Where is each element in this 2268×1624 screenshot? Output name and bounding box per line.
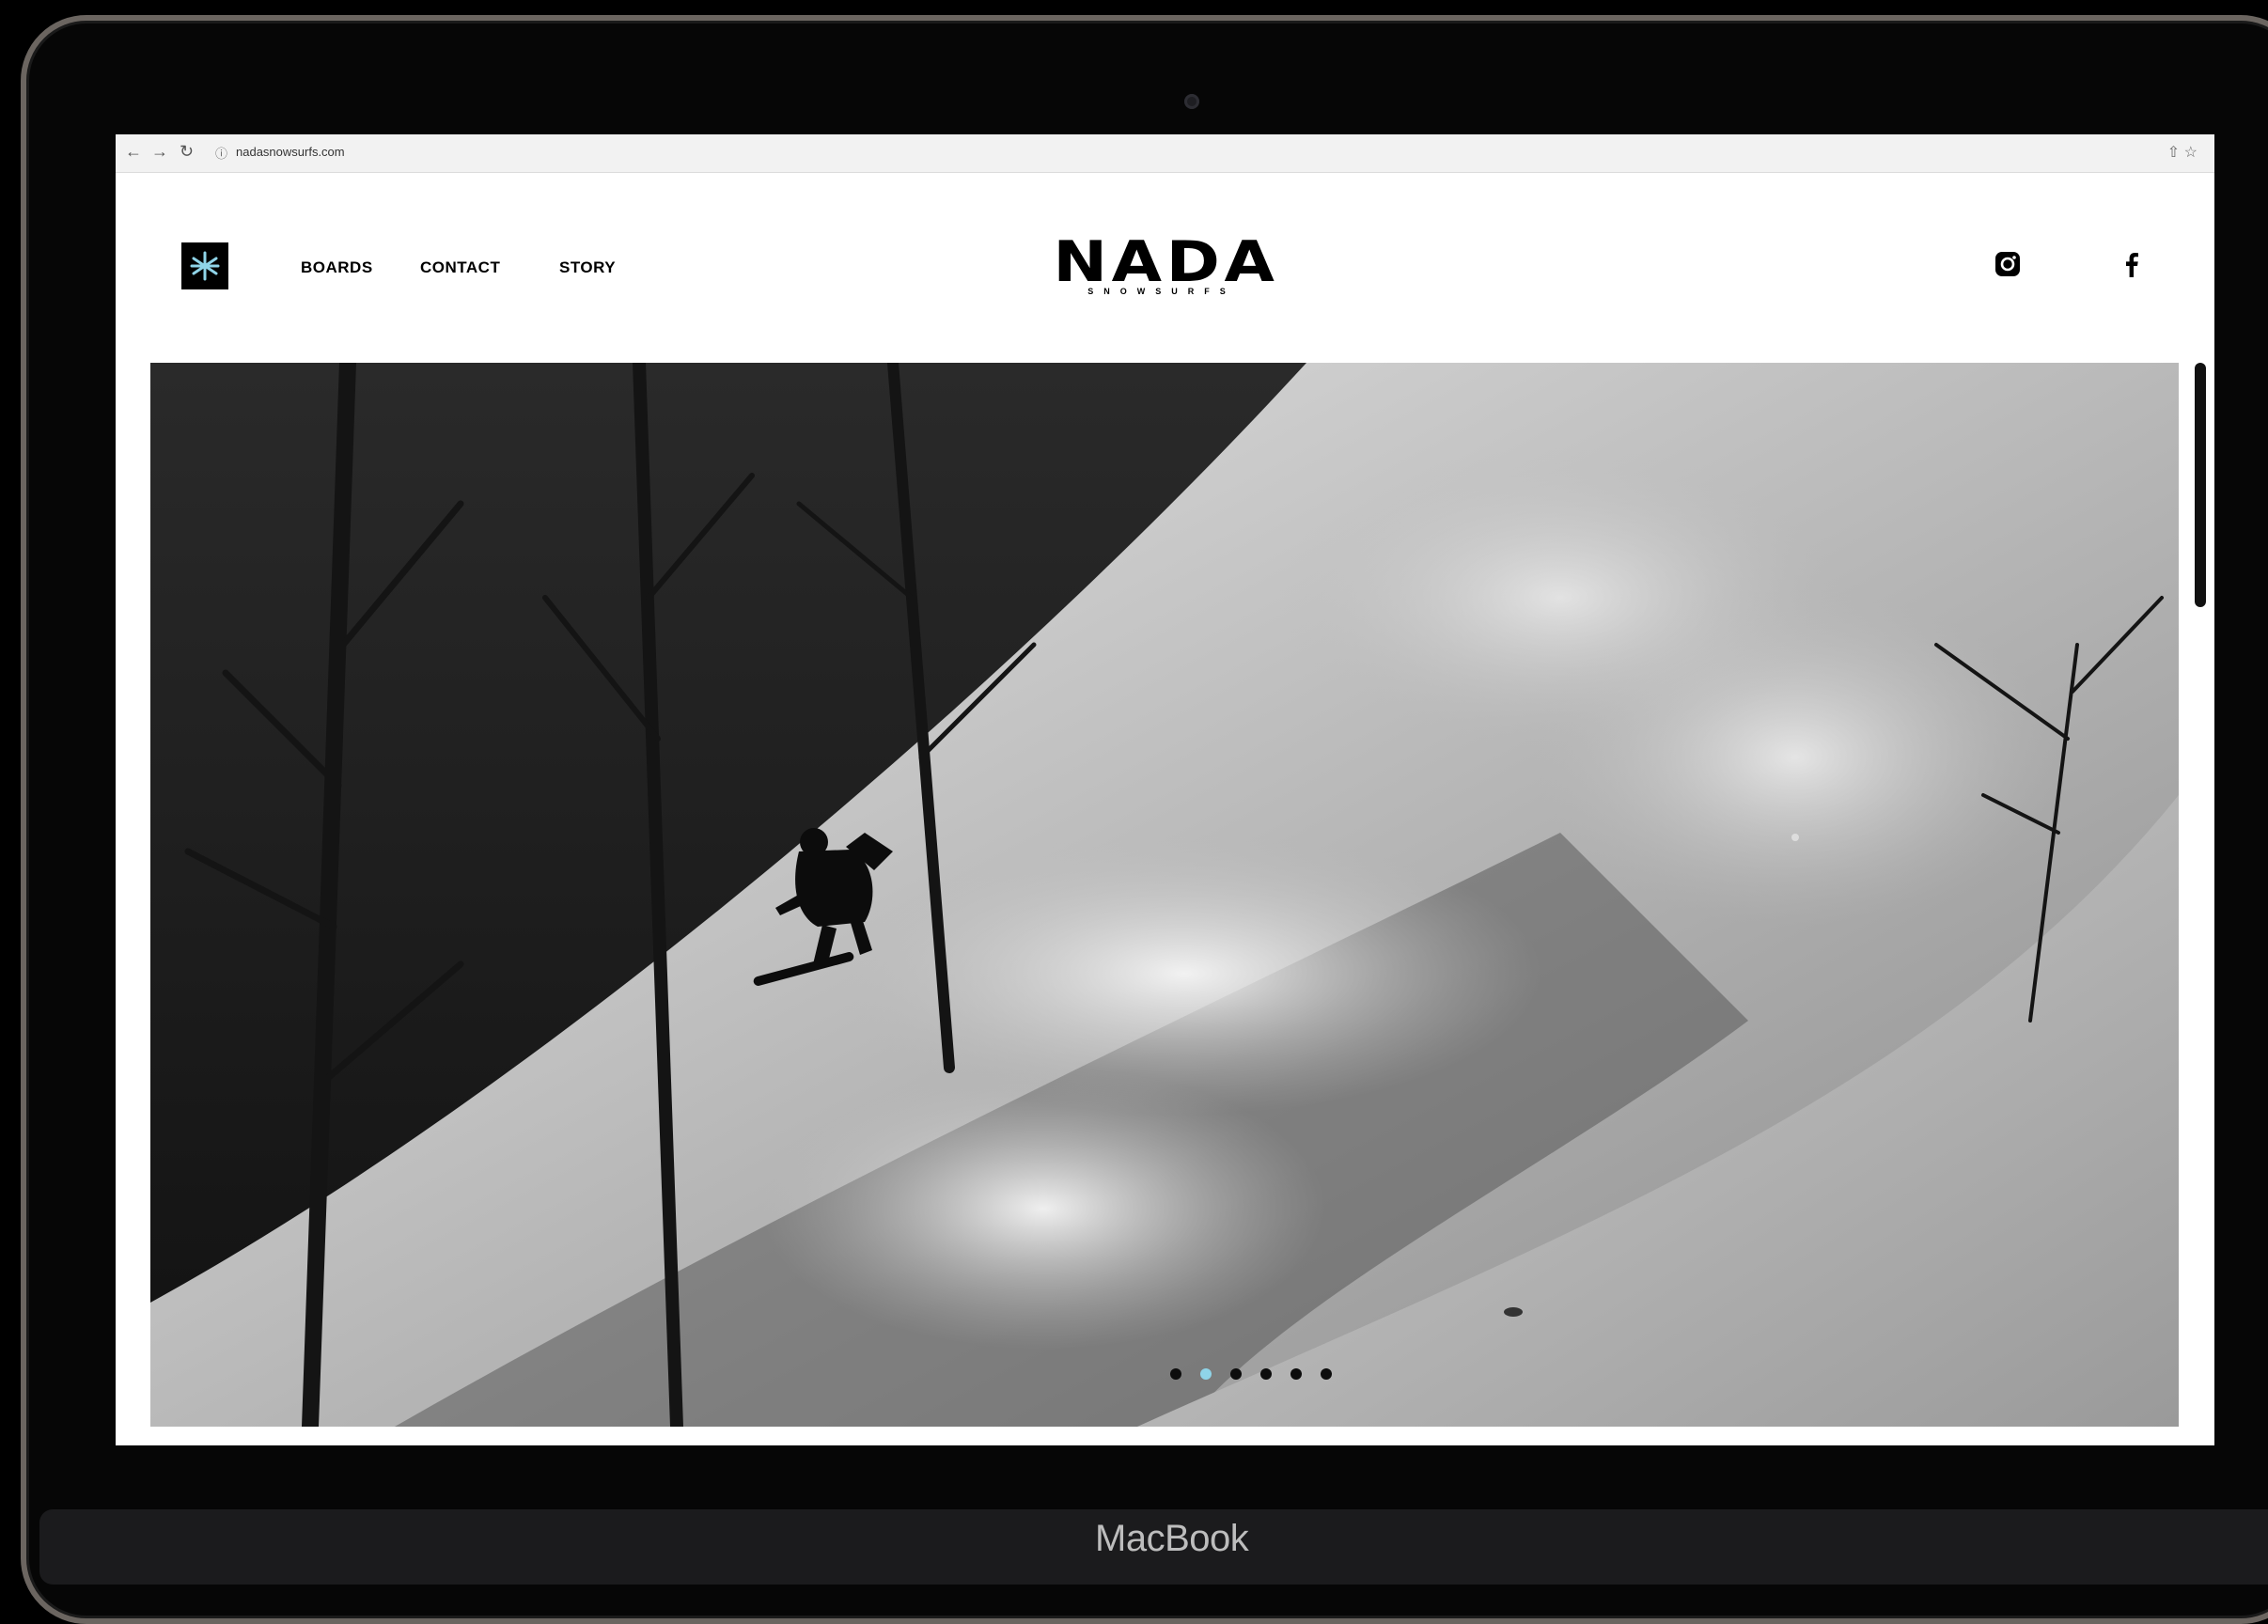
snowflake-logo-glyph	[190, 251, 220, 281]
reload-icon[interactable]: ↻	[180, 142, 194, 162]
slide-dot-3[interactable]	[1230, 1368, 1242, 1380]
browser-toolbar: ← → ↻ ⓘ nadasnowsurfs.com ⇧ ☆	[116, 134, 2214, 173]
scrollbar-thumb[interactable]	[2195, 363, 2206, 607]
facebook-icon[interactable]	[2118, 250, 2146, 278]
hero-slideshow[interactable]	[150, 363, 2179, 1427]
nav-boards[interactable]: BOARDS	[301, 258, 373, 277]
page-scrollbar[interactable]	[2195, 363, 2206, 1427]
forward-icon[interactable]: →	[151, 142, 168, 162]
instagram-icon[interactable]	[1994, 250, 2022, 278]
slide-dot-2-active[interactable]	[1200, 1368, 1212, 1380]
back-icon[interactable]: ←	[125, 142, 142, 162]
camera	[1184, 94, 1199, 109]
slide-dot-5[interactable]	[1290, 1368, 1302, 1380]
browser-screen: ← → ↻ ⓘ nadasnowsurfs.com ⇧ ☆ BOARDS CON…	[116, 134, 2214, 1445]
snowflake-logo-icon[interactable]	[181, 242, 228, 289]
nav-contact[interactable]: CONTACT	[420, 258, 500, 277]
hero-image	[150, 363, 2179, 1427]
device-label: MacBook	[1095, 1518, 1249, 1559]
site-info-icon[interactable]: ⓘ	[215, 144, 227, 162]
slide-dot-1[interactable]	[1170, 1368, 1181, 1380]
brand-name: NADA	[1053, 229, 1279, 295]
url-bar[interactable]: nadasnowsurfs.com	[236, 145, 345, 159]
toolbar-share-bookmark-icons[interactable]: ⇧ ☆	[2167, 143, 2198, 162]
brand-logo[interactable]: NADA SNOWSURFS	[1053, 234, 1275, 296]
nav-story[interactable]: STORY	[559, 258, 616, 277]
slide-dot-4[interactable]	[1260, 1368, 1272, 1380]
slide-dot-6[interactable]	[1321, 1368, 1332, 1380]
slide-indicator	[1170, 1368, 1332, 1380]
